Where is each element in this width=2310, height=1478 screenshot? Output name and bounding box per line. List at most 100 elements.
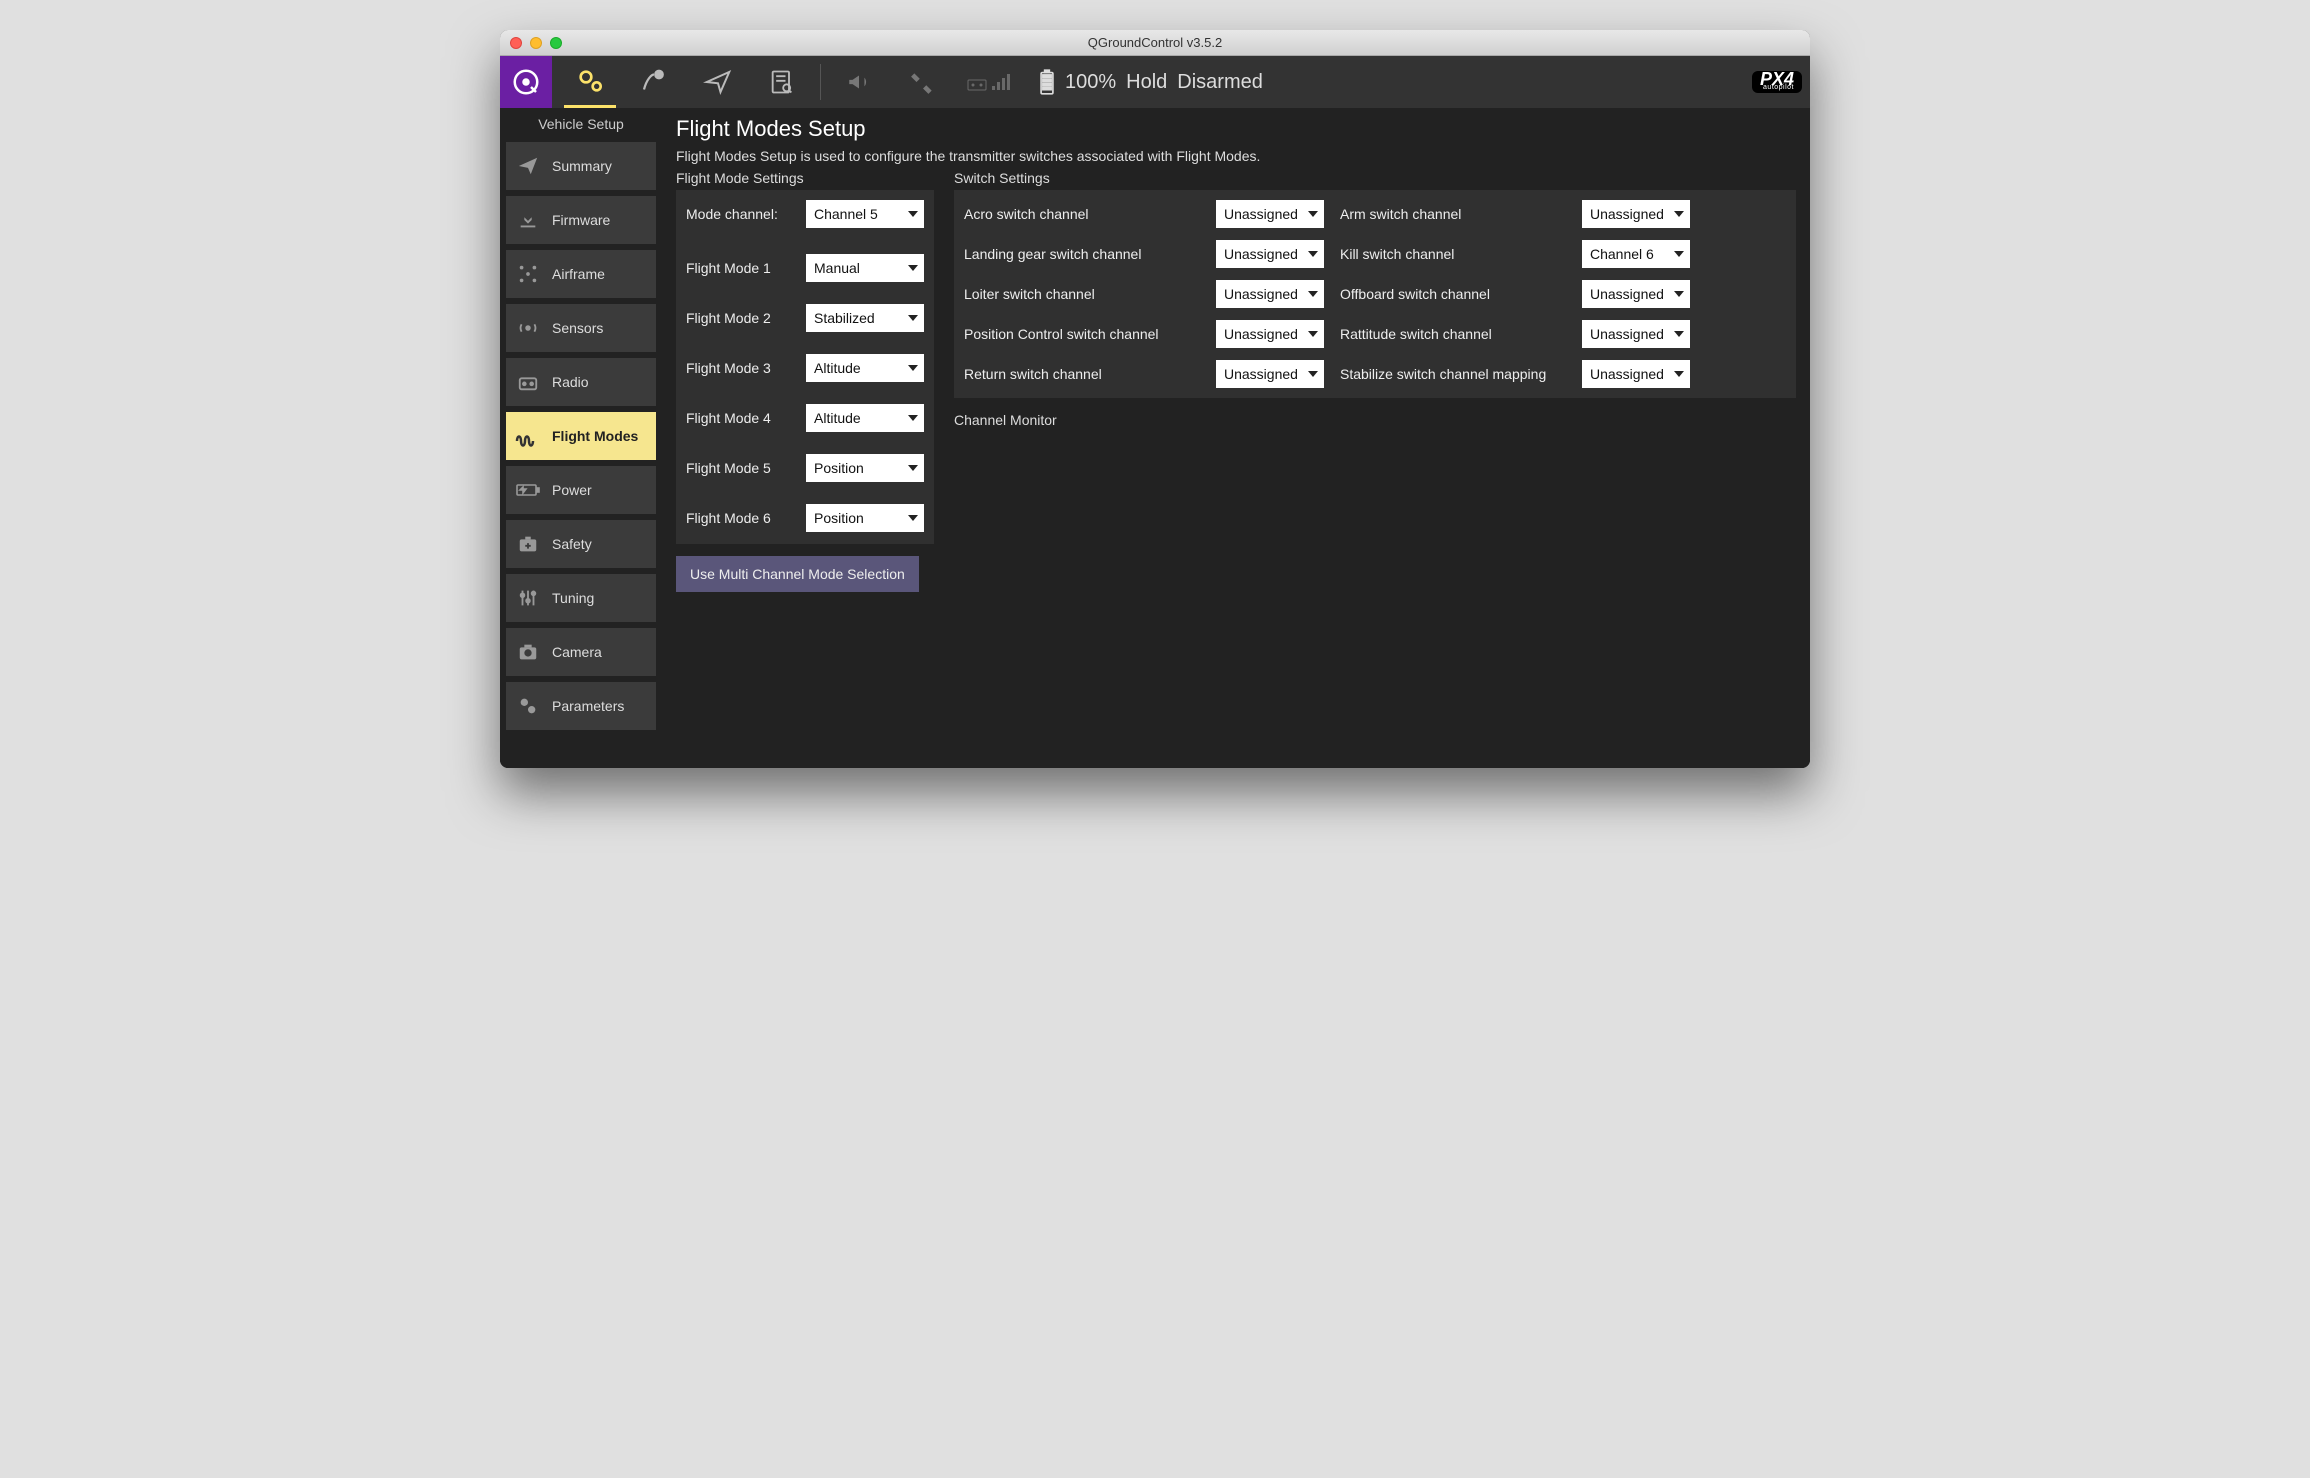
rattitude-switch-dropdown[interactable]: Unassigned bbox=[1582, 320, 1690, 348]
analyze-icon[interactable] bbox=[756, 56, 808, 108]
flight-mode-settings-label: Flight Mode Settings bbox=[676, 170, 944, 186]
sidebar-item-label: Camera bbox=[552, 644, 602, 660]
sidebar-item-label: Firmware bbox=[552, 212, 610, 228]
sidebar-item-summary[interactable]: Summary bbox=[506, 142, 656, 190]
top-toolbar: B 100% Hold Disarmed bbox=[500, 56, 1810, 108]
return-switch-label: Return switch channel bbox=[964, 366, 1204, 382]
multi-channel-mode-button[interactable]: Use Multi Channel Mode Selection bbox=[676, 556, 919, 592]
chevron-down-icon bbox=[1674, 371, 1684, 377]
sidebar-item-camera[interactable]: Camera bbox=[506, 628, 656, 676]
switch-settings-label: Switch Settings bbox=[954, 170, 1796, 186]
rattitude-switch-label: Rattitude switch channel bbox=[1340, 326, 1570, 342]
chevron-down-icon bbox=[1674, 331, 1684, 337]
airframe-icon bbox=[514, 260, 542, 288]
megaphone-icon[interactable] bbox=[833, 56, 885, 108]
qgc-logo-button[interactable] bbox=[500, 56, 552, 108]
chevron-down-icon bbox=[908, 415, 918, 421]
offboard-switch-label: Offboard switch channel bbox=[1340, 286, 1570, 302]
loiter-switch-label: Loiter switch channel bbox=[964, 286, 1204, 302]
sensors-icon bbox=[514, 314, 542, 342]
arm-status: Disarmed bbox=[1177, 71, 1263, 94]
flight-mode-3-label: Flight Mode 3 bbox=[686, 360, 771, 376]
download-icon bbox=[514, 206, 542, 234]
sidebar-item-airframe[interactable]: Airframe bbox=[506, 250, 656, 298]
sidebar-item-label: Sensors bbox=[552, 320, 603, 336]
sidebar-item-label: Safety bbox=[552, 536, 592, 552]
offboard-switch-dropdown[interactable]: Unassigned bbox=[1582, 280, 1690, 308]
mode-channel-dropdown[interactable]: Channel 5 bbox=[806, 200, 924, 228]
flight-mode-1-dropdown[interactable]: Manual bbox=[806, 254, 924, 282]
flight-mode-4-dropdown[interactable]: Altitude bbox=[806, 404, 924, 432]
battery-percent: 100% bbox=[1065, 71, 1116, 94]
fly-icon[interactable] bbox=[692, 56, 744, 108]
chevron-down-icon bbox=[908, 365, 918, 371]
kill-switch-label: Kill switch channel bbox=[1340, 246, 1570, 262]
chevron-down-icon bbox=[908, 515, 918, 521]
flight-mode-1-label: Flight Mode 1 bbox=[686, 260, 771, 276]
position-control-switch-label: Position Control switch channel bbox=[964, 326, 1204, 342]
sidebar: Vehicle Setup Summary Firmware Airframe … bbox=[500, 108, 662, 768]
battery-icon bbox=[1039, 69, 1055, 95]
loiter-switch-dropdown[interactable]: Unassigned bbox=[1216, 280, 1324, 308]
flight-mode-5-label: Flight Mode 5 bbox=[686, 460, 771, 476]
setup-gears-icon[interactable] bbox=[564, 56, 616, 108]
arm-switch-dropdown[interactable]: Unassigned bbox=[1582, 200, 1690, 228]
chevron-down-icon bbox=[1674, 251, 1684, 257]
main-content: Flight Modes Setup Flight Modes Setup is… bbox=[662, 108, 1810, 768]
sidebar-item-firmware[interactable]: Firmware bbox=[506, 196, 656, 244]
chevron-down-icon bbox=[1308, 291, 1318, 297]
sidebar-item-label: Tuning bbox=[552, 590, 594, 606]
waypoint-icon[interactable]: B bbox=[628, 56, 680, 108]
page-description: Flight Modes Setup is used to configure … bbox=[676, 148, 1796, 164]
sidebar-item-safety[interactable]: Safety bbox=[506, 520, 656, 568]
chevron-down-icon bbox=[1308, 211, 1318, 217]
satellite-icon[interactable] bbox=[897, 56, 949, 108]
chevron-down-icon bbox=[908, 315, 918, 321]
sidebar-item-flight-modes[interactable]: Flight Modes bbox=[506, 412, 656, 460]
sidebar-item-power[interactable]: Power bbox=[506, 466, 656, 514]
paper-plane-icon bbox=[514, 152, 542, 180]
chevron-down-icon bbox=[908, 265, 918, 271]
sidebar-item-parameters[interactable]: Parameters bbox=[506, 682, 656, 730]
switch-settings-panel: Acro switch channel Unassigned Arm switc… bbox=[954, 190, 1796, 398]
camera-icon bbox=[514, 638, 542, 666]
medkit-icon bbox=[514, 530, 542, 558]
acro-switch-label: Acro switch channel bbox=[964, 206, 1204, 222]
radio-icon bbox=[514, 368, 542, 396]
sidebar-item-sensors[interactable]: Sensors bbox=[506, 304, 656, 352]
channel-monitor-label: Channel Monitor bbox=[954, 412, 1796, 428]
app-window: QGroundControl v3.5.2 B bbox=[500, 30, 1810, 768]
px4-brand-badge: PX4 autopilot bbox=[1752, 71, 1802, 92]
sidebar-item-label: Airframe bbox=[552, 266, 605, 282]
flight-modes-icon bbox=[514, 422, 542, 450]
flight-mode-5-dropdown[interactable]: Position bbox=[806, 454, 924, 482]
acro-switch-dropdown[interactable]: Unassigned bbox=[1216, 200, 1324, 228]
flight-mode-6-dropdown[interactable]: Position bbox=[806, 504, 924, 532]
status-area: 100% Hold Disarmed bbox=[1039, 69, 1263, 95]
kill-switch-dropdown[interactable]: Channel 6 bbox=[1582, 240, 1690, 268]
stabilize-switch-dropdown[interactable]: Unassigned bbox=[1582, 360, 1690, 388]
svg-text:B: B bbox=[657, 72, 661, 79]
flight-mode-2-dropdown[interactable]: Stabilized bbox=[806, 304, 924, 332]
chevron-down-icon bbox=[908, 211, 918, 217]
sidebar-item-label: Flight Modes bbox=[552, 428, 638, 444]
battery-icon bbox=[514, 476, 542, 504]
chevron-down-icon bbox=[908, 465, 918, 471]
flight-mode-3-dropdown[interactable]: Altitude bbox=[806, 354, 924, 382]
landing-gear-switch-dropdown[interactable]: Unassigned bbox=[1216, 240, 1324, 268]
stabilize-switch-label: Stabilize switch channel mapping bbox=[1340, 366, 1570, 382]
sliders-icon bbox=[514, 584, 542, 612]
sidebar-item-label: Summary bbox=[552, 158, 612, 174]
sidebar-title: Vehicle Setup bbox=[500, 108, 662, 142]
chevron-down-icon bbox=[1674, 211, 1684, 217]
flight-mode-settings-panel: Mode channel: Channel 5 Flight Mode 1 Ma… bbox=[676, 190, 934, 544]
sidebar-item-tuning[interactable]: Tuning bbox=[506, 574, 656, 622]
page-title: Flight Modes Setup bbox=[676, 116, 1796, 142]
chevron-down-icon bbox=[1308, 371, 1318, 377]
chevron-down-icon bbox=[1308, 251, 1318, 257]
return-switch-dropdown[interactable]: Unassigned bbox=[1216, 360, 1324, 388]
sidebar-item-radio[interactable]: Radio bbox=[506, 358, 656, 406]
flight-mode-4-label: Flight Mode 4 bbox=[686, 410, 771, 426]
position-control-switch-dropdown[interactable]: Unassigned bbox=[1216, 320, 1324, 348]
arm-switch-label: Arm switch channel bbox=[1340, 206, 1570, 222]
